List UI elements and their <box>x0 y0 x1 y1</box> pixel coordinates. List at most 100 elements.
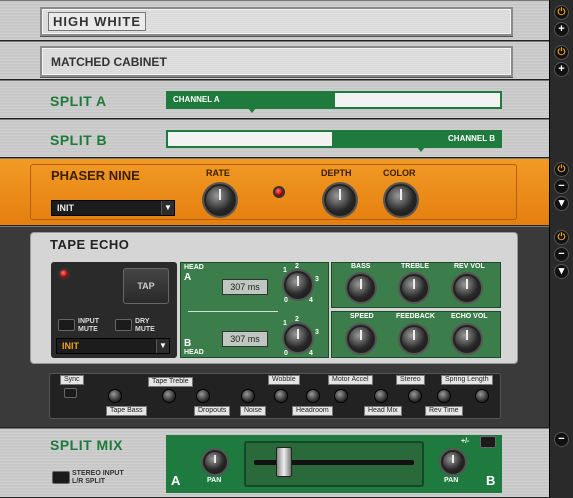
side-phaser: ⏻ − ▾ <box>549 158 573 226</box>
rev-vol-knob[interactable] <box>453 274 481 302</box>
move-down-button-tape-echo[interactable]: ▾ <box>554 264 569 279</box>
split-a-channel-a-label: CHANNEL A <box>173 95 220 104</box>
noise-label: Noise <box>240 406 266 416</box>
tape-treble-knob[interactable] <box>162 389 176 403</box>
rate-label: RATE <box>206 168 230 178</box>
add-button-matched-cabinet[interactable]: + <box>554 62 569 77</box>
phaser-preset-value: INIT <box>57 203 74 213</box>
speed-knob[interactable] <box>347 325 375 353</box>
plus-minus-label: +/- <box>461 438 470 445</box>
bass-label: BASS <box>351 263 371 270</box>
split-a-title: SPLIT A <box>50 93 107 109</box>
remove-button-tape-echo[interactable]: − <box>554 247 569 262</box>
power-button-tape-echo[interactable]: ⏻ <box>554 230 569 245</box>
power-button-high-white[interactable]: ⏻ <box>554 5 569 20</box>
power-button-matched-cabinet[interactable]: ⏻ <box>554 45 569 60</box>
motor-accel-knob[interactable] <box>334 389 348 403</box>
chevron-down-icon: ▼ <box>161 201 174 215</box>
echo-vol-knob[interactable] <box>453 325 481 353</box>
feedback-knob[interactable] <box>400 325 428 353</box>
module-split-a: SPLIT A CHANNEL A <box>0 80 549 119</box>
head-a-scale-1: 1 <box>283 267 287 274</box>
tape-echo-preset-value: INIT <box>62 341 79 351</box>
tap-button[interactable]: TAP <box>123 268 169 304</box>
head-b-scale-4: 4 <box>309 350 313 357</box>
side-tape-echo: ⏻ − ▾ <box>549 226 573 428</box>
split-a-pointer <box>248 108 256 113</box>
spring-length-knob[interactable] <box>475 389 489 403</box>
rate-knob[interactable] <box>204 184 236 216</box>
mix-letter-a: A <box>171 473 181 488</box>
pan-left-knob[interactable] <box>203 450 227 474</box>
depth-knob[interactable] <box>324 184 356 216</box>
head-b-scale-2: 2 <box>295 316 299 323</box>
module-split-b: SPLIT B CHANNEL B <box>0 119 549 158</box>
split-a-channel-b[interactable] <box>333 91 502 109</box>
tape-echo-preset-dropdown[interactable]: INIT ▼ <box>56 338 170 354</box>
move-down-button-phaser[interactable]: ▾ <box>554 196 569 211</box>
add-button-high-white[interactable]: + <box>554 22 569 37</box>
bass-knob[interactable] <box>347 274 375 302</box>
tape-bass-label: Tape Bass <box>106 406 147 416</box>
crossfader-handle[interactable] <box>276 447 292 477</box>
sync-toggle[interactable] <box>64 388 77 398</box>
input-mute-button[interactable] <box>58 319 75 331</box>
side-split-a <box>549 80 573 119</box>
head-b-time-field[interactable]: 307 ms <box>222 331 268 347</box>
stereo-input-label: STEREO INPUT L/R SPLIT <box>72 470 124 485</box>
head-a-scale-0: 0 <box>284 297 288 304</box>
treble-knob[interactable] <box>400 274 428 302</box>
split-b-title: SPLIT B <box>50 132 108 148</box>
wobble-label: Wobble <box>268 375 300 385</box>
color-label: COLOR <box>383 168 416 178</box>
headroom-knob[interactable] <box>306 389 320 403</box>
head-a-knob[interactable] <box>284 271 312 299</box>
dropouts-knob[interactable] <box>196 389 210 403</box>
dry-mute-label: DRY MUTE <box>135 318 155 333</box>
side-split-b <box>549 119 573 158</box>
pan-left-label: PAN <box>207 477 222 484</box>
rev-vol-label: REV VOL <box>454 263 485 270</box>
tape-bass-knob[interactable] <box>108 389 122 403</box>
head-b-letter: B <box>184 338 192 349</box>
head-b-label: HEAD <box>184 349 204 356</box>
dry-mute-button[interactable] <box>115 319 132 331</box>
echo-vol-label: ECHO VOL <box>451 313 488 320</box>
head-mix-label: Head Mix <box>364 406 402 416</box>
module-high-white: HIGH WHITE <box>0 0 549 41</box>
power-button-phaser[interactable]: ⏻ <box>554 162 569 177</box>
chevron-down-icon: ▼ <box>156 339 169 353</box>
head-b-scale-0: 0 <box>284 350 288 357</box>
split-a-channel-a[interactable]: CHANNEL A <box>166 91 334 113</box>
invert-toggle[interactable] <box>480 436 496 448</box>
module-phaser-nine: PHASER NINE RATE DEPTH COLOR INIT ▼ <box>0 158 549 226</box>
tape-treble-label: Tape Treble <box>148 377 193 387</box>
split-b-channel-b[interactable]: CHANNEL B <box>333 130 502 152</box>
head-a-scale-3: 3 <box>315 276 319 283</box>
rev-time-knob[interactable] <box>437 389 451 403</box>
stereo-knob[interactable] <box>408 389 422 403</box>
color-knob[interactable] <box>385 184 417 216</box>
device-rack: HIGH WHITE ⏻ + MATCHED CABINET ⏻ + SPLIT… <box>0 0 573 498</box>
wobble-knob[interactable] <box>274 389 288 403</box>
remove-button-split-mix[interactable]: − <box>554 432 569 447</box>
head-mix-knob[interactable] <box>374 389 388 403</box>
stereo-input-toggle[interactable] <box>52 471 70 484</box>
sync-label: Sync <box>60 375 84 385</box>
spring-length-label: Spring Length <box>441 375 493 385</box>
side-high-white: ⏻ + <box>549 0 573 41</box>
head-a-time-field[interactable]: 307 ms <box>222 279 268 295</box>
head-b-knob[interactable] <box>284 324 312 352</box>
head-a-scale-4: 4 <box>309 297 313 304</box>
split-b-channel-a[interactable] <box>166 130 334 148</box>
split-mix-title: SPLIT MIX <box>50 437 123 453</box>
noise-knob[interactable] <box>241 389 255 403</box>
phaser-led <box>273 186 285 198</box>
pan-right-knob[interactable] <box>441 450 465 474</box>
split-b-pointer <box>417 147 425 152</box>
split-b-channel-b-label: CHANNEL B <box>448 134 495 143</box>
side-split-mix: − <box>549 428 573 498</box>
remove-button-phaser[interactable]: − <box>554 179 569 194</box>
head-b-scale-3: 3 <box>315 329 319 336</box>
phaser-preset-dropdown[interactable]: INIT ▼ <box>51 200 175 216</box>
